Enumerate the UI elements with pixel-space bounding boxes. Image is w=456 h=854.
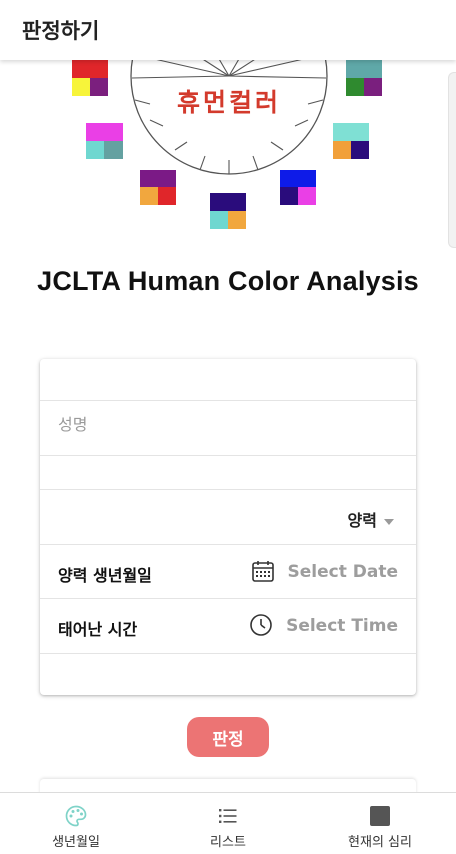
- tab-list-label: 리스트: [210, 835, 246, 850]
- select-date-button[interactable]: Select Date: [288, 562, 399, 582]
- form-spacer-middle: [40, 456, 416, 490]
- app-bar: 판정하기: [0, 0, 456, 60]
- square-icon: [370, 806, 390, 826]
- swatch-low-left: [140, 170, 176, 205]
- tab-birthdate[interactable]: 생년월일: [0, 793, 152, 854]
- app-headline: JCLTA Human Color Analysis: [37, 266, 419, 296]
- swatch-bottom: [210, 193, 246, 229]
- name-row: [40, 401, 416, 456]
- calendar-type-value: 양력: [347, 511, 377, 530]
- name-input[interactable]: [58, 415, 398, 434]
- swatch-top-left: [72, 60, 108, 96]
- palette-icon: [65, 805, 87, 827]
- birth-info-form: 양력 양력 생년월일 Select Date 태어난 시간 Select Tim…: [40, 359, 416, 695]
- birth-time-row[interactable]: 태어난 시간 Select Time: [40, 599, 416, 654]
- calendar-type-select[interactable]: 양력: [348, 507, 394, 531]
- bottom-navigation: 생년월일 리스트 현재의 심리: [0, 792, 456, 854]
- wheel-title-text: 휴먼컬러: [177, 88, 281, 117]
- calendar-icon: [252, 561, 274, 582]
- tab-current-psychology-label: 현재의 심리: [348, 835, 412, 850]
- page-title: 판정하기: [22, 19, 100, 43]
- list-icon: [219, 809, 237, 823]
- swatch-mid-left: [86, 123, 123, 159]
- swatch-mid-right: [333, 123, 369, 159]
- dropdown-caret-icon: [384, 518, 394, 525]
- tab-list[interactable]: 리스트: [152, 793, 304, 854]
- birth-date-row[interactable]: 양력 생년월일 Select Date: [40, 545, 416, 599]
- swatch-low-right: [280, 170, 316, 205]
- clock-icon: [250, 614, 272, 636]
- birth-time-label: 태어난 시간: [58, 620, 138, 639]
- select-time-button[interactable]: Select Time: [286, 616, 398, 636]
- birth-date-label: 양력 생년월일: [58, 566, 152, 585]
- form-spacer-bottom: [40, 654, 416, 695]
- calendar-type-row: 양력: [40, 490, 416, 545]
- tab-birthdate-label: 생년월일: [52, 835, 100, 850]
- swatch-top-right: [346, 60, 382, 96]
- form-spacer-top: [40, 359, 416, 401]
- tab-current-psychology[interactable]: 현재의 심리: [304, 793, 456, 854]
- judge-button[interactable]: 판정: [187, 717, 269, 757]
